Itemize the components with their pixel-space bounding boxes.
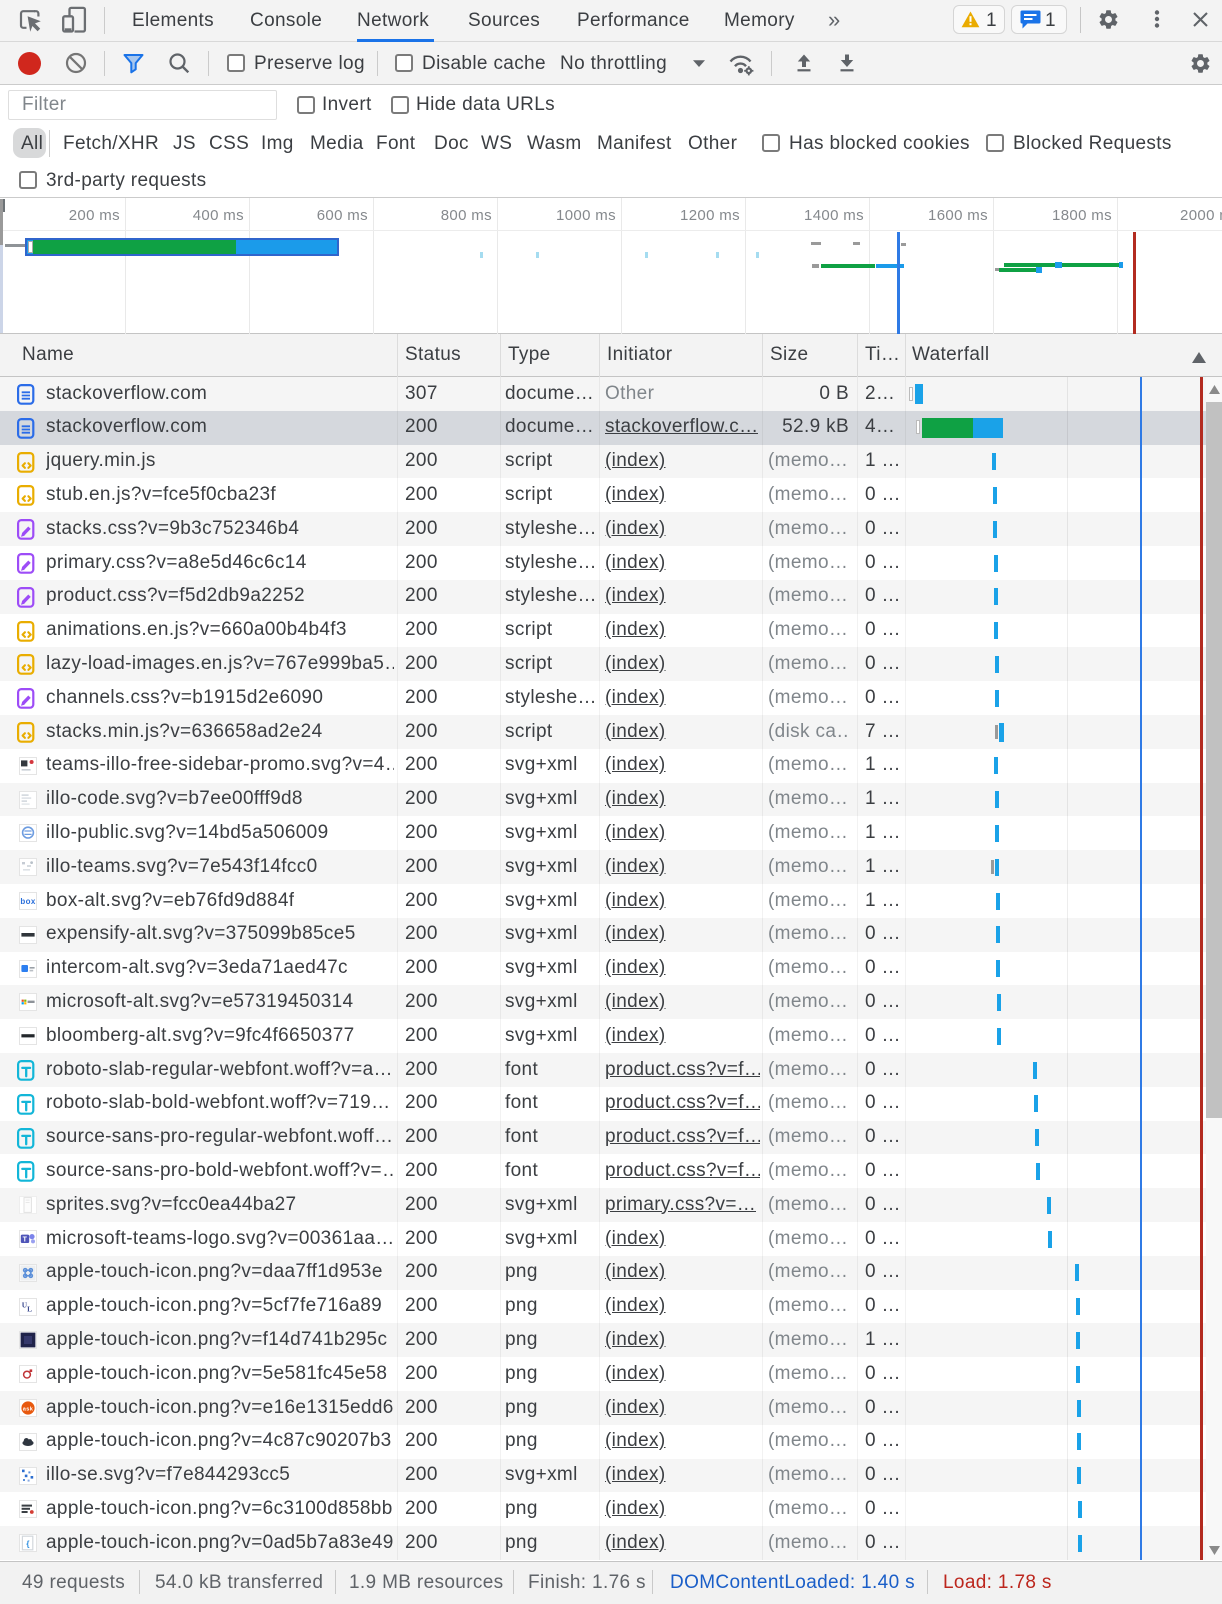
svg-text:L: L (27, 1304, 32, 1313)
svg-text:ask: ask (23, 1406, 34, 1412)
svg-text:{: { (26, 1539, 30, 1549)
svg-text:T: T (23, 1236, 28, 1243)
svg-text:box: box (20, 897, 35, 906)
